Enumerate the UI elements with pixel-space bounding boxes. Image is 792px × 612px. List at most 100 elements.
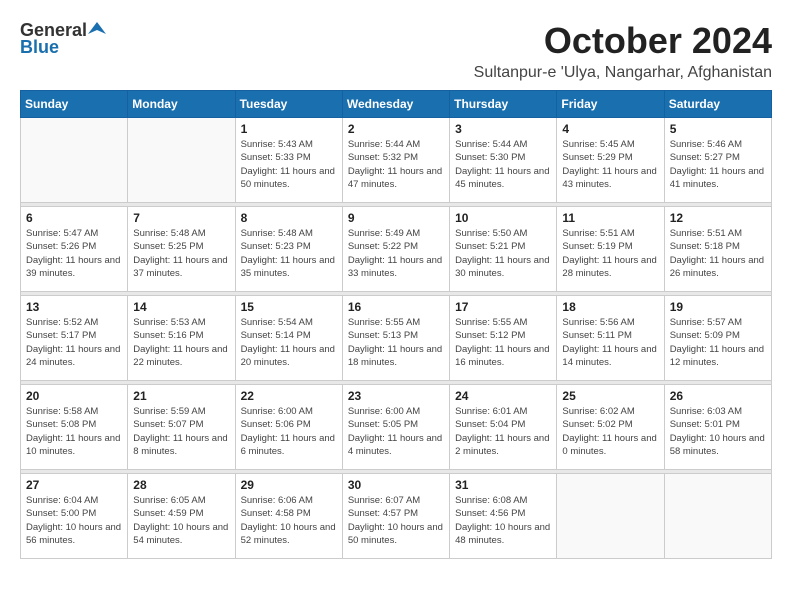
day-info: Sunrise: 6:07 AMSunset: 4:57 PMDaylight:… [348, 494, 444, 547]
day-number: 1 [241, 122, 337, 136]
day-info: Sunrise: 6:06 AMSunset: 4:58 PMDaylight:… [241, 494, 337, 547]
header-tuesday: Tuesday [235, 91, 342, 118]
calendar-cell [664, 474, 771, 559]
location-title: Sultanpur-e 'Ulya, Nangarhar, Afghanista… [474, 64, 772, 82]
day-number: 11 [562, 211, 658, 225]
day-number: 2 [348, 122, 444, 136]
calendar-cell: 5Sunrise: 5:46 AMSunset: 5:27 PMDaylight… [664, 118, 771, 203]
calendar-week-row: 27 Sunrise: 6:04 AMSunset: 5:00 PMDayligh… [21, 474, 772, 559]
calendar-cell: 18 Sunrise: 5:56 AMSunset: 5:11 PMDayligh… [557, 296, 664, 381]
day-number: 28 [133, 478, 229, 492]
logo-blue: Blue [20, 37, 59, 58]
day-number: 17 [455, 300, 551, 314]
day-info: Sunrise: 5:59 AMSunset: 5:07 PMDaylight:… [133, 405, 229, 458]
calendar-cell: 9 Sunrise: 5:49 AMSunset: 5:22 PMDaylight… [342, 207, 449, 292]
day-number: 31 [455, 478, 551, 492]
day-number: 12 [670, 211, 766, 225]
day-number: 20 [26, 389, 122, 403]
header-sunday: Sunday [21, 91, 128, 118]
day-info: Sunrise: 6:02 AMSunset: 5:02 PMDaylight:… [562, 405, 658, 458]
day-info: Sunrise: 5:57 AMSunset: 5:09 PMDaylight:… [670, 316, 766, 369]
day-info: Sunrise: 5:47 AMSunset: 5:26 PMDaylight:… [26, 227, 122, 280]
calendar-cell: 6 Sunrise: 5:47 AMSunset: 5:26 PMDaylight… [21, 207, 128, 292]
header-monday: Monday [128, 91, 235, 118]
day-info: Sunrise: 5:43 AMSunset: 5:33 PMDaylight:… [241, 138, 337, 191]
calendar-cell: 14 Sunrise: 5:53 AMSunset: 5:16 PMDayligh… [128, 296, 235, 381]
day-info: Sunrise: 5:51 AMSunset: 5:19 PMDaylight:… [562, 227, 658, 280]
day-number: 21 [133, 389, 229, 403]
calendar-week-row: 20Sunrise: 5:58 AMSunset: 5:08 PMDayligh… [21, 385, 772, 470]
day-number: 16 [348, 300, 444, 314]
day-number: 3 [455, 122, 551, 136]
day-info: Sunrise: 5:45 AMSunset: 5:29 PMDaylight:… [562, 138, 658, 191]
calendar-cell: 25 Sunrise: 6:02 AMSunset: 5:02 PMDayligh… [557, 385, 664, 470]
calendar-week-row: 13 Sunrise: 5:52 AMSunset: 5:17 PMDayligh… [21, 296, 772, 381]
day-info: Sunrise: 5:46 AMSunset: 5:27 PMDaylight:… [670, 138, 766, 191]
day-info: Sunrise: 5:48 AMSunset: 5:23 PMDaylight:… [241, 227, 337, 280]
calendar-cell: 22Sunrise: 6:00 AMSunset: 5:06 PMDayligh… [235, 385, 342, 470]
day-number: 29 [241, 478, 337, 492]
header-friday: Friday [557, 91, 664, 118]
calendar-cell: 23Sunrise: 6:00 AMSunset: 5:05 PMDayligh… [342, 385, 449, 470]
day-info: Sunrise: 5:49 AMSunset: 5:22 PMDaylight:… [348, 227, 444, 280]
day-number: 7 [133, 211, 229, 225]
day-number: 27 [26, 478, 122, 492]
day-info: Sunrise: 5:52 AMSunset: 5:17 PMDaylight:… [26, 316, 122, 369]
calendar-cell: 19 Sunrise: 5:57 AMSunset: 5:09 PMDayligh… [664, 296, 771, 381]
day-info: Sunrise: 6:04 AMSunset: 5:00 PMDaylight:… [26, 494, 122, 547]
calendar-title-area: October 2024 Sultanpur-e 'Ulya, Nangarha… [474, 20, 772, 82]
calendar-cell: 24 Sunrise: 6:01 AMSunset: 5:04 PMDayligh… [450, 385, 557, 470]
calendar-week-row: 6 Sunrise: 5:47 AMSunset: 5:26 PMDaylight… [21, 207, 772, 292]
day-info: Sunrise: 5:53 AMSunset: 5:16 PMDaylight:… [133, 316, 229, 369]
calendar-cell: 29 Sunrise: 6:06 AMSunset: 4:58 PMDayligh… [235, 474, 342, 559]
calendar-cell: 3 Sunrise: 5:44 AMSunset: 5:30 PMDaylight… [450, 118, 557, 203]
day-info: Sunrise: 6:01 AMSunset: 5:04 PMDaylight:… [455, 405, 551, 458]
day-number: 10 [455, 211, 551, 225]
day-info: Sunrise: 5:55 AMSunset: 5:12 PMDaylight:… [455, 316, 551, 369]
day-info: Sunrise: 6:05 AMSunset: 4:59 PMDaylight:… [133, 494, 229, 547]
day-number: 14 [133, 300, 229, 314]
logo: General Blue [20, 20, 106, 58]
calendar-cell: 15 Sunrise: 5:54 AMSunset: 5:14 PMDayligh… [235, 296, 342, 381]
day-info: Sunrise: 5:44 AMSunset: 5:32 PMDaylight:… [348, 138, 444, 191]
month-title: October 2024 [474, 20, 772, 62]
day-number: 26 [670, 389, 766, 403]
day-number: 9 [348, 211, 444, 225]
calendar-cell: 26 Sunrise: 6:03 AMSunset: 5:01 PMDayligh… [664, 385, 771, 470]
day-number: 4 [562, 122, 658, 136]
day-number: 8 [241, 211, 337, 225]
calendar-cell: 27 Sunrise: 6:04 AMSunset: 5:00 PMDayligh… [21, 474, 128, 559]
day-number: 19 [670, 300, 766, 314]
calendar-header-row: SundayMondayTuesdayWednesdayThursdayFrid… [21, 91, 772, 118]
day-number: 6 [26, 211, 122, 225]
day-info: Sunrise: 5:44 AMSunset: 5:30 PMDaylight:… [455, 138, 551, 191]
calendar-table: SundayMondayTuesdayWednesdayThursdayFrid… [20, 90, 772, 559]
calendar-cell: 20Sunrise: 5:58 AMSunset: 5:08 PMDayligh… [21, 385, 128, 470]
day-info: Sunrise: 6:08 AMSunset: 4:56 PMDaylight:… [455, 494, 551, 547]
day-info: Sunrise: 5:56 AMSunset: 5:11 PMDaylight:… [562, 316, 658, 369]
calendar-week-row: 1 Sunrise: 5:43 AMSunset: 5:33 PMDaylight… [21, 118, 772, 203]
calendar-cell: 7Sunrise: 5:48 AMSunset: 5:25 PMDaylight… [128, 207, 235, 292]
day-info: Sunrise: 5:54 AMSunset: 5:14 PMDaylight:… [241, 316, 337, 369]
calendar-cell: 30Sunrise: 6:07 AMSunset: 4:57 PMDayligh… [342, 474, 449, 559]
day-info: Sunrise: 6:03 AMSunset: 5:01 PMDaylight:… [670, 405, 766, 458]
day-number: 25 [562, 389, 658, 403]
calendar-cell: 21 Sunrise: 5:59 AMSunset: 5:07 PMDayligh… [128, 385, 235, 470]
page-header: General Blue October 2024 Sultanpur-e 'U… [20, 20, 772, 82]
day-info: Sunrise: 5:51 AMSunset: 5:18 PMDaylight:… [670, 227, 766, 280]
day-number: 13 [26, 300, 122, 314]
day-number: 15 [241, 300, 337, 314]
calendar-cell: 11 Sunrise: 5:51 AMSunset: 5:19 PMDayligh… [557, 207, 664, 292]
day-info: Sunrise: 5:55 AMSunset: 5:13 PMDaylight:… [348, 316, 444, 369]
calendar-cell: 10 Sunrise: 5:50 AMSunset: 5:21 PMDayligh… [450, 207, 557, 292]
day-info: Sunrise: 5:50 AMSunset: 5:21 PMDaylight:… [455, 227, 551, 280]
day-number: 22 [241, 389, 337, 403]
day-number: 24 [455, 389, 551, 403]
logo-bird-icon [88, 20, 106, 38]
day-number: 18 [562, 300, 658, 314]
calendar-cell: 17 Sunrise: 5:55 AMSunset: 5:12 PMDayligh… [450, 296, 557, 381]
day-info: Sunrise: 6:00 AMSunset: 5:05 PMDaylight:… [348, 405, 444, 458]
calendar-cell [21, 118, 128, 203]
calendar-cell: 16 Sunrise: 5:55 AMSunset: 5:13 PMDayligh… [342, 296, 449, 381]
calendar-cell: 2 Sunrise: 5:44 AMSunset: 5:32 PMDaylight… [342, 118, 449, 203]
